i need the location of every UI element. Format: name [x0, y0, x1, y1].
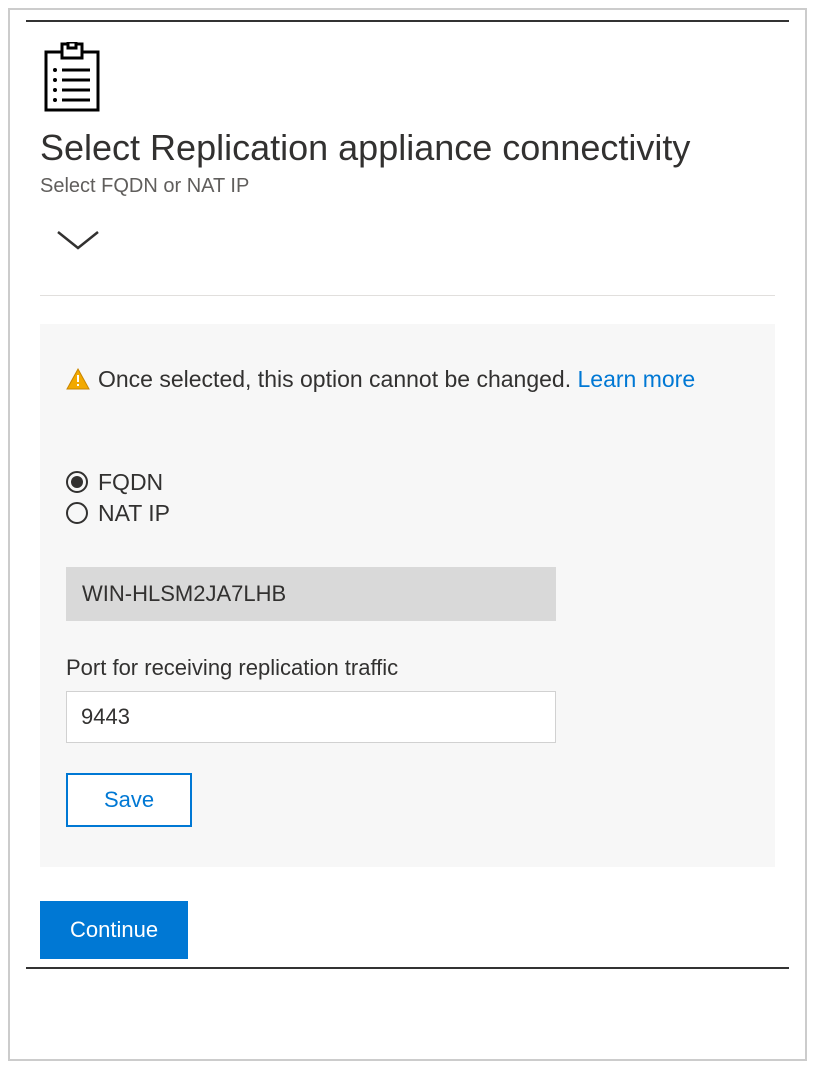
hostname-field: WIN-HLSM2JA7LHB — [66, 567, 556, 621]
radio-natip[interactable]: NAT IP — [66, 500, 749, 527]
collapse-toggle[interactable] — [54, 226, 775, 259]
section-divider — [40, 295, 775, 296]
dialog-frame: Select Replication appliance connectivit… — [8, 8, 807, 1061]
warning-message: Once selected, this option cannot be cha… — [66, 362, 749, 401]
warning-icon — [66, 366, 90, 401]
port-input[interactable] — [66, 691, 556, 743]
warning-text-content: Once selected, this option cannot be cha… — [98, 366, 578, 392]
connectivity-radio-group: FQDN NAT IP — [66, 469, 749, 527]
page-subtitle: Select FQDN or NAT IP — [40, 175, 775, 198]
radio-fqdn[interactable]: FQDN — [66, 469, 749, 496]
clipboard-icon — [40, 42, 104, 114]
radio-fqdn-label: FQDN — [98, 469, 163, 496]
continue-button[interactable]: Continue — [40, 901, 188, 959]
content-area: Select Replication appliance connectivit… — [10, 22, 805, 967]
radio-selected-icon — [66, 471, 88, 493]
port-label: Port for receiving replication traffic — [66, 655, 749, 681]
save-button[interactable]: Save — [66, 773, 192, 827]
chevron-down-icon — [54, 226, 102, 254]
page-title: Select Replication appliance connectivit… — [40, 126, 775, 169]
radio-unselected-icon — [66, 502, 88, 524]
radio-natip-label: NAT IP — [98, 500, 170, 527]
warning-text: Once selected, this option cannot be cha… — [98, 362, 695, 397]
learn-more-link[interactable]: Learn more — [578, 366, 696, 392]
bottom-divider — [26, 967, 789, 969]
settings-panel: Once selected, this option cannot be cha… — [40, 324, 775, 867]
